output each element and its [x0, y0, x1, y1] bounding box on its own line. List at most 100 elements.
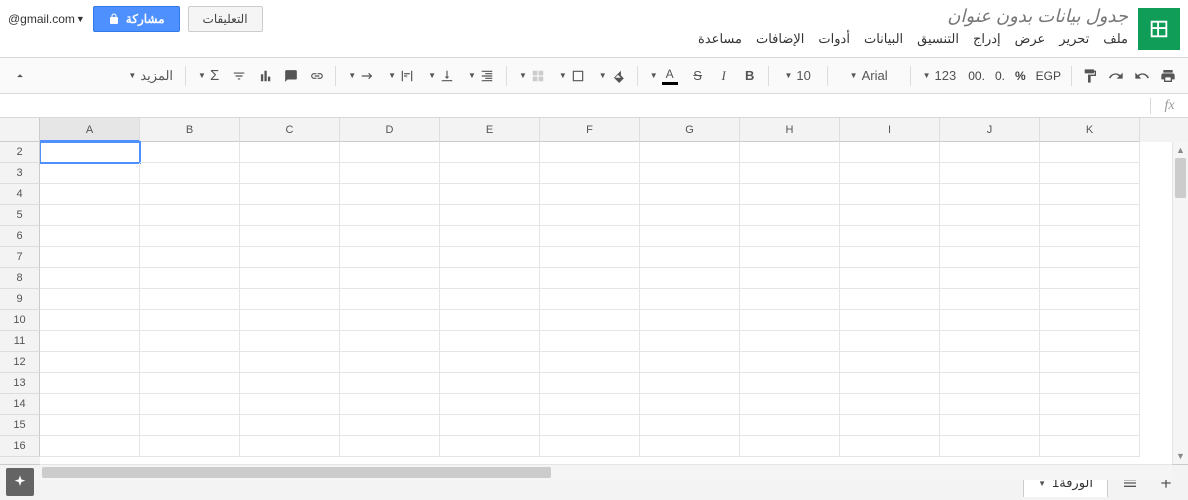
decrease-decimal-button[interactable]: .0: [991, 69, 1009, 83]
column-header[interactable]: K: [1040, 118, 1140, 142]
cell[interactable]: [440, 268, 540, 289]
cell[interactable]: [440, 184, 540, 205]
cell[interactable]: [140, 142, 240, 163]
cell[interactable]: [740, 268, 840, 289]
cell[interactable]: [640, 184, 740, 205]
cell[interactable]: [240, 247, 340, 268]
column-header[interactable]: J: [940, 118, 1040, 142]
cell[interactable]: [640, 331, 740, 352]
cell[interactable]: [340, 331, 440, 352]
cell[interactable]: [740, 142, 840, 163]
row-header[interactable]: 12: [0, 352, 40, 373]
cell[interactable]: [740, 415, 840, 436]
cell[interactable]: [640, 373, 740, 394]
cell[interactable]: [1040, 436, 1140, 457]
cell[interactable]: [540, 247, 640, 268]
paint-format-button[interactable]: [1078, 63, 1102, 89]
cell[interactable]: [540, 289, 640, 310]
cell[interactable]: [240, 415, 340, 436]
cell[interactable]: [540, 226, 640, 247]
cell[interactable]: [740, 289, 840, 310]
cell[interactable]: [40, 310, 140, 331]
grid-cells[interactable]: [40, 142, 1188, 457]
scroll-up-icon[interactable]: ▲: [1173, 142, 1188, 158]
cell[interactable]: [440, 415, 540, 436]
cell[interactable]: [940, 268, 1040, 289]
cell[interactable]: [540, 268, 640, 289]
row-header[interactable]: 6: [0, 226, 40, 247]
horizontal-align-button[interactable]: ▼: [462, 63, 500, 89]
row-header[interactable]: 3: [0, 163, 40, 184]
column-header[interactable]: D: [340, 118, 440, 142]
cell[interactable]: [540, 184, 640, 205]
cell[interactable]: [740, 394, 840, 415]
cell[interactable]: [140, 289, 240, 310]
cell[interactable]: [140, 205, 240, 226]
row-header[interactable]: 14: [0, 394, 40, 415]
row-header[interactable]: 15: [0, 415, 40, 436]
cell[interactable]: [540, 373, 640, 394]
explore-button[interactable]: [6, 468, 34, 496]
cell[interactable]: [340, 373, 440, 394]
cell[interactable]: [640, 142, 740, 163]
cell[interactable]: [340, 184, 440, 205]
cell[interactable]: [240, 163, 340, 184]
cell[interactable]: [840, 373, 940, 394]
cell[interactable]: [940, 436, 1040, 457]
cell[interactable]: [240, 331, 340, 352]
cell[interactable]: [940, 394, 1040, 415]
filter-button[interactable]: [227, 63, 251, 89]
cell[interactable]: [640, 352, 740, 373]
cell[interactable]: [40, 163, 140, 184]
cell[interactable]: [340, 394, 440, 415]
merge-cells-button[interactable]: ▼: [513, 63, 551, 89]
fill-color-button[interactable]: ▼: [593, 63, 631, 89]
cell[interactable]: [140, 415, 240, 436]
comments-button[interactable]: التعليقات: [188, 6, 263, 32]
menu-help[interactable]: مساعدة: [698, 31, 742, 47]
cell[interactable]: [1040, 289, 1140, 310]
cell[interactable]: [140, 352, 240, 373]
cell[interactable]: [940, 163, 1040, 184]
share-button[interactable]: مشاركة: [93, 6, 180, 32]
cell[interactable]: [640, 310, 740, 331]
cell[interactable]: [940, 310, 1040, 331]
scrollbar-thumb[interactable]: [1175, 158, 1186, 198]
cell[interactable]: [940, 226, 1040, 247]
percent-format-button[interactable]: %: [1011, 69, 1030, 83]
cell[interactable]: [40, 289, 140, 310]
font-size-selector[interactable]: 10▼: [775, 63, 821, 89]
cell[interactable]: [40, 142, 140, 163]
cell[interactable]: [940, 184, 1040, 205]
functions-button[interactable]: Σ▼: [192, 63, 225, 89]
cell[interactable]: [840, 331, 940, 352]
cell[interactable]: [440, 310, 540, 331]
select-all-corner[interactable]: [0, 118, 40, 142]
insert-chart-button[interactable]: [253, 63, 277, 89]
cell[interactable]: [1040, 142, 1140, 163]
cell[interactable]: [40, 247, 140, 268]
cell[interactable]: [940, 331, 1040, 352]
cell[interactable]: [840, 163, 940, 184]
cell[interactable]: [340, 226, 440, 247]
cell[interactable]: [40, 394, 140, 415]
column-header[interactable]: G: [640, 118, 740, 142]
cell[interactable]: [840, 247, 940, 268]
menu-insert[interactable]: إدراج: [973, 31, 1001, 47]
cell[interactable]: [540, 310, 640, 331]
cell[interactable]: [840, 268, 940, 289]
cell[interactable]: [440, 142, 540, 163]
text-color-button[interactable]: A▼: [644, 63, 684, 89]
row-header[interactable]: 7: [0, 247, 40, 268]
menu-view[interactable]: عرض: [1015, 31, 1046, 47]
cell[interactable]: [1040, 373, 1140, 394]
cell[interactable]: [240, 373, 340, 394]
cell[interactable]: [240, 142, 340, 163]
strikethrough-button[interactable]: S: [686, 63, 710, 89]
increase-decimal-button[interactable]: .00: [964, 69, 989, 83]
cell[interactable]: [140, 184, 240, 205]
text-wrap-button[interactable]: ▼: [382, 63, 420, 89]
cell[interactable]: [240, 352, 340, 373]
italic-button[interactable]: I: [712, 63, 736, 89]
row-header[interactable]: 5: [0, 205, 40, 226]
